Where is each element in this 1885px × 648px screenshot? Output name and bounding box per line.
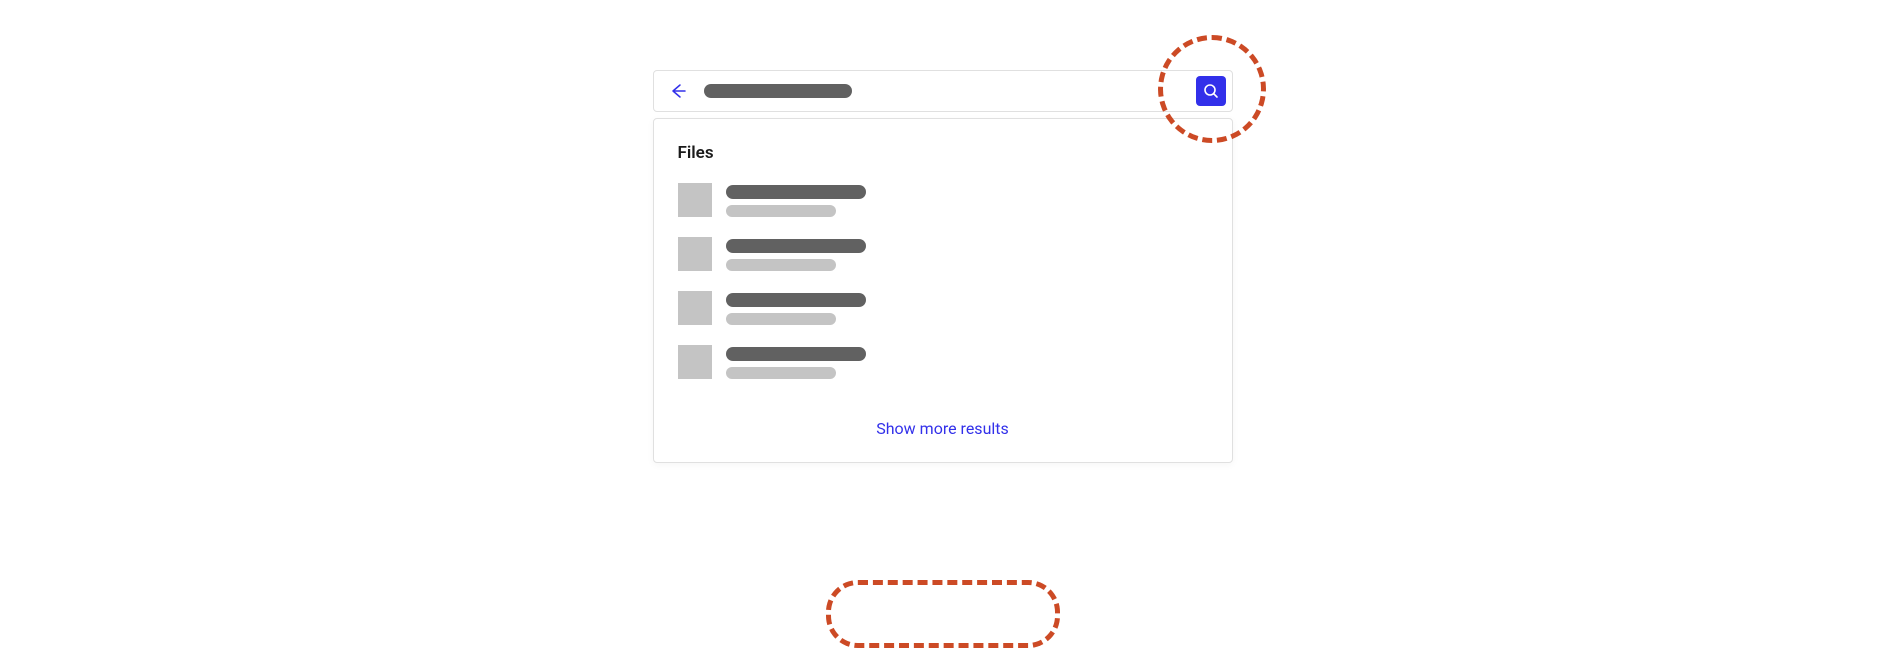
file-info — [726, 183, 866, 217]
file-thumb-icon — [678, 291, 712, 325]
file-info — [726, 237, 866, 271]
search-icon — [1203, 83, 1219, 99]
highlight-annotation — [826, 580, 1060, 648]
search-button[interactable] — [1196, 76, 1226, 106]
search-container: Files — [653, 70, 1233, 643]
show-more-link[interactable]: Show more results — [876, 419, 1009, 438]
file-title — [726, 347, 866, 361]
list-item[interactable] — [678, 345, 1208, 379]
results-panel: Files — [653, 118, 1233, 463]
file-thumb-icon — [678, 237, 712, 271]
file-thumb-icon — [678, 183, 712, 217]
file-list — [678, 183, 1208, 379]
list-item[interactable] — [678, 237, 1208, 271]
section-title: Files — [678, 143, 1208, 163]
show-more-container: Show more results — [678, 411, 1208, 438]
file-subtitle — [726, 367, 836, 379]
file-title — [726, 185, 866, 199]
file-thumb-icon — [678, 345, 712, 379]
file-subtitle — [726, 205, 836, 217]
search-input[interactable] — [704, 84, 852, 98]
file-subtitle — [726, 259, 836, 271]
search-bar — [653, 70, 1233, 112]
file-subtitle — [726, 313, 836, 325]
list-item[interactable] — [678, 183, 1208, 217]
file-info — [726, 345, 866, 379]
file-info — [726, 291, 866, 325]
back-arrow-icon[interactable] — [668, 81, 688, 101]
list-item[interactable] — [678, 291, 1208, 325]
file-title — [726, 239, 866, 253]
file-title — [726, 293, 866, 307]
